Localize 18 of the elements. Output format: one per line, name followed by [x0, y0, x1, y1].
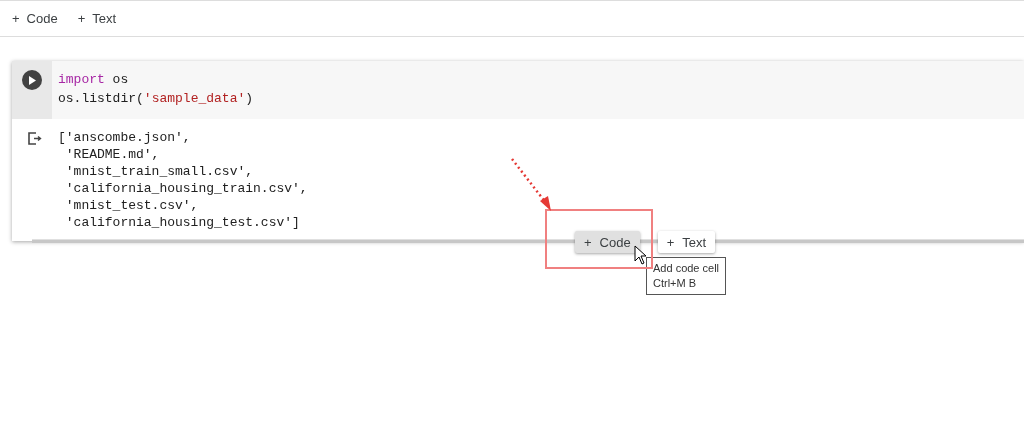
- output-line: 'mnist_test.csv',: [64, 197, 200, 214]
- code-line: import os: [58, 71, 130, 89]
- output-line: 'mnist_train_small.csv',: [64, 163, 255, 180]
- add-cell-button[interactable]: + Code: [575, 231, 640, 253]
- toolbar-button[interactable]: + Code: [6, 7, 64, 30]
- dotted-arrow: [510, 157, 554, 213]
- cursor-icon: [634, 245, 647, 265]
- output-line: 'california_housing_train.csv',: [64, 180, 308, 197]
- output-icon: [28, 132, 42, 145]
- add-cell-button[interactable]: + Text: [657, 231, 716, 253]
- run-button[interactable]: [22, 70, 42, 90]
- output-line: 'california_housing_test.csv']: [64, 214, 301, 231]
- output-line: 'README.md',: [64, 146, 161, 163]
- toolbar-button[interactable]: + Text: [71, 7, 123, 30]
- play-icon: [28, 75, 36, 85]
- code-line: os.listdir('sample_data'): [58, 90, 254, 108]
- output-line: ['anscombe.json',: [58, 129, 192, 146]
- tooltip: Add code cell Ctrl+M B: [646, 257, 727, 295]
